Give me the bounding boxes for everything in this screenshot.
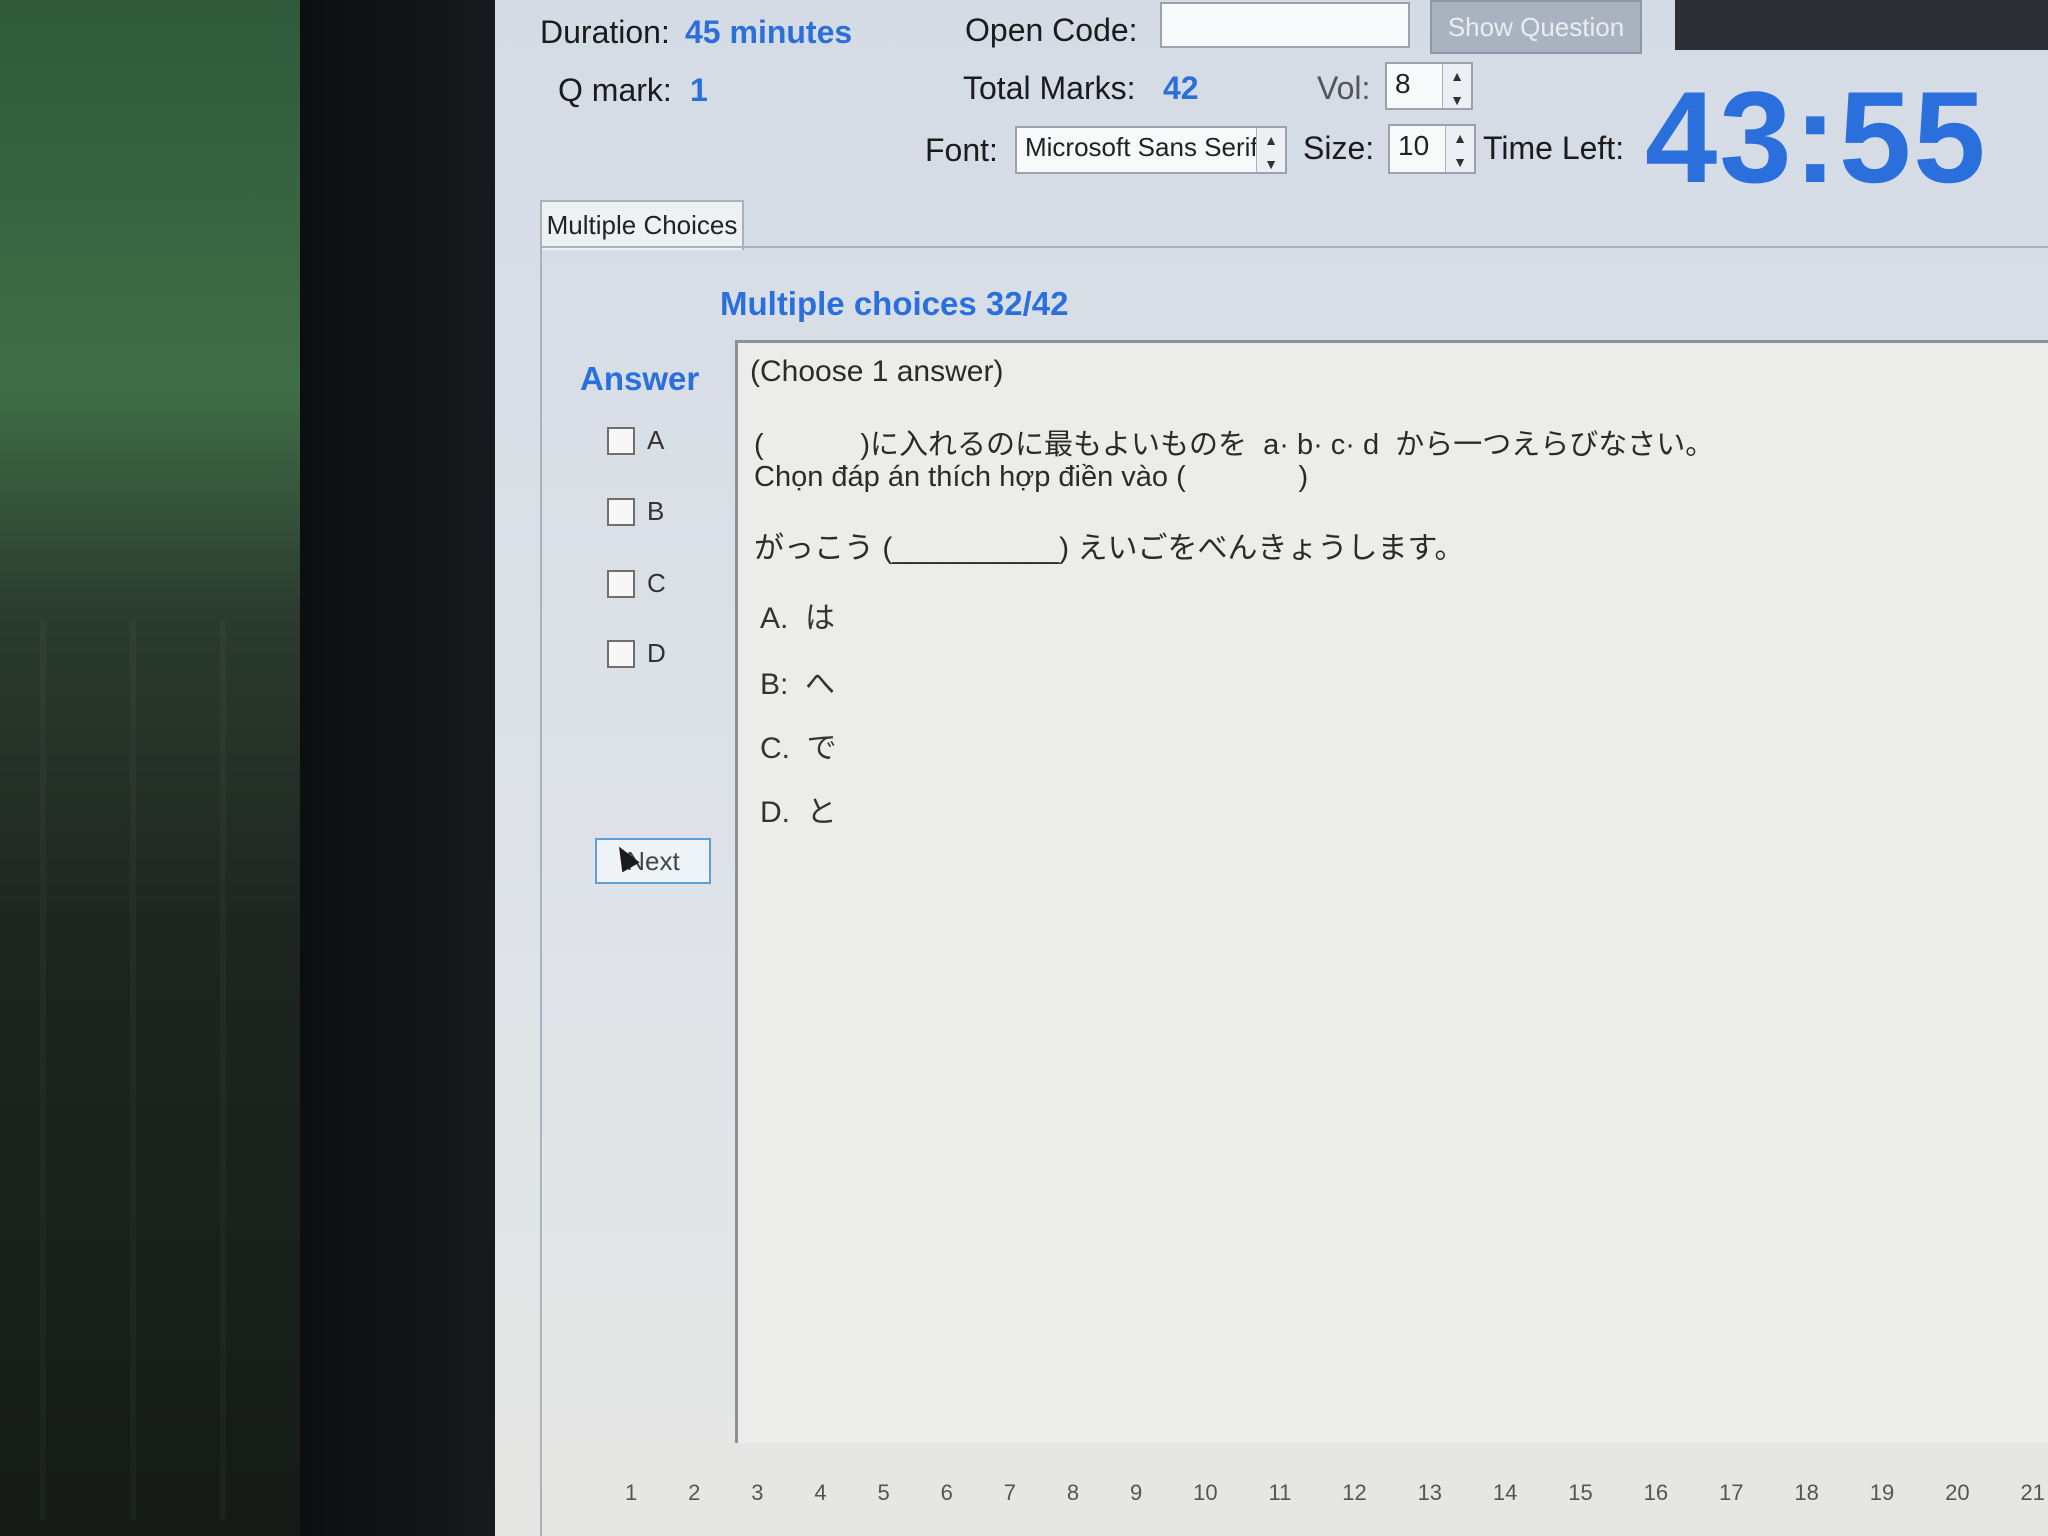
size-value: 10 <box>1398 130 1430 161</box>
qmark-label: Q mark: <box>558 72 672 108</box>
question-prompt-vi: Chọn đáp án thích hợp điền vào ( ) <box>754 461 1309 493</box>
time-left-label: Time Left: <box>1483 130 1625 166</box>
choice-c: C. で <box>760 732 837 765</box>
pager-item[interactable]: 9 <box>1130 1480 1142 1520</box>
pager-item[interactable]: 19 <box>1870 1480 1894 1520</box>
next-button[interactable]: Next <box>595 838 711 884</box>
vol-value: 8 <box>1395 68 1411 99</box>
pager-item[interactable]: 20 <box>1945 1480 1969 1520</box>
font-label: Font: <box>925 132 998 168</box>
size-spinner[interactable]: 10 ▲ ▼ <box>1388 124 1476 174</box>
question-pager: 1 2 3 4 5 6 7 8 9 10 11 12 13 14 15 16 1… <box>625 1480 2045 1520</box>
duration-label: Duration: <box>540 14 670 50</box>
pager-item[interactable]: 14 <box>1493 1480 1517 1520</box>
answer-option-d-label: D <box>647 638 666 668</box>
answer-title: Answer <box>580 360 700 397</box>
checkbox-a[interactable] <box>607 426 635 455</box>
pager-item[interactable]: 1 <box>625 1480 637 1520</box>
pager-item[interactable]: 11 <box>1268 1480 1291 1520</box>
pager-item[interactable]: 12 <box>1342 1480 1366 1520</box>
pager-item[interactable]: 16 <box>1644 1480 1668 1520</box>
font-value: Microsoft Sans Serif <box>1025 132 1258 162</box>
pager-item[interactable]: 7 <box>1004 1480 1016 1520</box>
question-prompt-jp: ( )に入れるのに最もよいものを a· b· c· d から一つえらびなさい。 <box>754 429 1715 461</box>
pager-item[interactable]: 18 <box>1794 1480 1818 1520</box>
total-marks-value: 42 <box>1163 70 1199 106</box>
pager-item[interactable]: 15 <box>1568 1480 1592 1520</box>
vol-label: Vol: <box>1317 70 1371 106</box>
font-select[interactable]: Microsoft Sans Serif ▲ ▼ <box>1015 126 1287 174</box>
time-left-value: 43:55 <box>1645 64 1988 210</box>
checkbox-c[interactable] <box>607 569 635 598</box>
pager-item[interactable]: 3 <box>751 1480 763 1520</box>
open-code-input[interactable] <box>1160 2 1410 48</box>
qmark-value: 1 <box>690 72 708 108</box>
question-sentence: がっこう (__________) えいごをべんきょうします。 <box>754 532 1465 565</box>
exam-window: Duration: 45 minutes Open Code: Show Que… <box>495 0 2048 1536</box>
pager-item[interactable]: 21 <box>2020 1480 2044 1520</box>
tab-multiple-choices[interactable]: Multiple Choices <box>540 200 744 250</box>
choice-b: B: へ <box>760 668 836 701</box>
answer-option-a-label: A <box>647 425 665 455</box>
size-spin-arrows-icon[interactable]: ▲ ▼ <box>1445 126 1474 172</box>
pager-item[interactable]: 4 <box>814 1480 826 1520</box>
answer-option-b-label: B <box>647 496 665 526</box>
pager-item[interactable]: 5 <box>878 1480 890 1520</box>
font-spin-arrows-icon[interactable]: ▲ ▼ <box>1256 128 1285 172</box>
black-bar <box>1675 0 2048 50</box>
open-code-label: Open Code: <box>965 12 1138 48</box>
question-instruction: (Choose 1 answer) <box>750 355 1004 388</box>
pager-item[interactable]: 17 <box>1719 1480 1743 1520</box>
question-heading: Multiple choices 32/42 <box>720 285 1069 322</box>
choice-d: D. と <box>760 796 837 829</box>
answer-option-a[interactable]: A <box>607 425 664 456</box>
answer-option-c-label: C <box>647 568 666 598</box>
vol-spin-arrows-icon[interactable]: ▲ ▼ <box>1442 64 1471 108</box>
size-label: Size: <box>1303 130 1375 166</box>
pager-item[interactable]: 2 <box>688 1480 700 1520</box>
vol-spinner[interactable]: 8 ▲ ▼ <box>1385 62 1473 110</box>
checkbox-d[interactable] <box>607 639 635 668</box>
answer-option-c[interactable]: C <box>607 568 666 599</box>
duration-value: 45 minutes <box>685 14 853 50</box>
answer-option-d[interactable]: D <box>607 638 666 669</box>
choice-a: A. は <box>760 602 836 635</box>
pager-item[interactable]: 10 <box>1193 1480 1217 1520</box>
answer-option-b[interactable]: B <box>607 496 664 527</box>
pager-item[interactable]: 6 <box>941 1480 953 1520</box>
checkbox-b[interactable] <box>607 497 635 526</box>
show-question-button[interactable]: Show Question <box>1430 0 1642 54</box>
total-marks-label: Total Marks: <box>963 70 1136 106</box>
pager-item[interactable]: 8 <box>1067 1480 1079 1520</box>
question-box: (Choose 1 answer) ( )に入れるのに最もよいものを a· b·… <box>735 340 2048 1443</box>
pager-item[interactable]: 13 <box>1418 1480 1442 1520</box>
